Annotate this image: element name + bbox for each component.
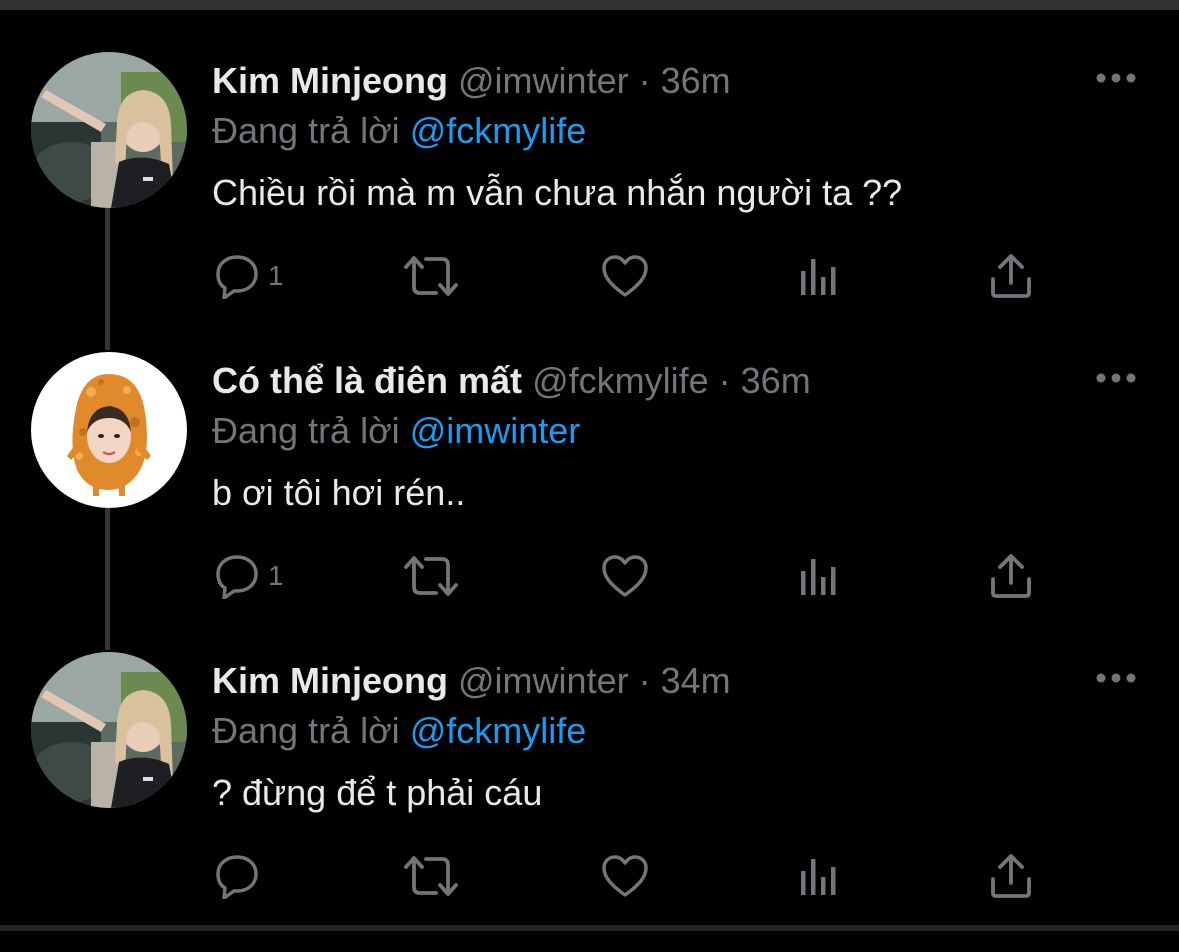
bottom-divider	[0, 925, 1179, 931]
replying-to-label: Đang trả lời	[212, 410, 400, 451]
replying-to: Đang trả lời @fckmylife	[212, 708, 586, 754]
user-handle[interactable]: @imwinter	[458, 60, 629, 101]
tweet-actions: 1	[0, 250, 1179, 306]
separator: ·	[638, 660, 651, 701]
views-icon	[799, 853, 839, 899]
retweet-button[interactable]	[402, 850, 460, 902]
tweet-text: ? đừng để t phải cáu	[212, 772, 543, 813]
reply-button[interactable]: 1	[214, 550, 284, 602]
share-icon	[990, 553, 1032, 599]
like-button[interactable]	[601, 250, 649, 302]
user-handle[interactable]: @imwinter	[458, 660, 629, 701]
avatar[interactable]	[31, 52, 187, 208]
like-button[interactable]	[601, 550, 649, 602]
reply-icon	[214, 553, 260, 599]
views-button[interactable]	[799, 250, 839, 302]
tweet[interactable]: Có thể là điên mất @fckmylife · 36m Đang…	[0, 352, 1179, 652]
separator: ·	[718, 360, 731, 401]
mention-link[interactable]: @fckmylife	[410, 110, 587, 151]
display-name[interactable]: Kim Minjeong	[212, 60, 448, 101]
mention-link[interactable]: @fckmylife	[410, 710, 587, 751]
timestamp[interactable]: 36m	[661, 60, 731, 101]
views-button[interactable]	[799, 850, 839, 902]
retweet-button[interactable]	[402, 250, 460, 302]
retweet-button[interactable]	[402, 550, 460, 602]
views-button[interactable]	[799, 550, 839, 602]
views-icon	[799, 253, 839, 299]
tweet-header: Kim Minjeong @imwinter · 34m	[212, 658, 731, 704]
reply-count: 1	[268, 560, 284, 591]
like-icon	[601, 554, 649, 598]
more-icon[interactable]	[1095, 668, 1137, 688]
reply-button[interactable]: 1	[214, 250, 284, 302]
tweet[interactable]: Kim Minjeong @imwinter · 36m Đang trả lờ…	[0, 52, 1179, 352]
share-button[interactable]	[990, 850, 1032, 902]
tweet-header: Kim Minjeong @imwinter · 36m	[212, 58, 731, 104]
replying-to: Đang trả lời @imwinter	[212, 408, 580, 454]
reply-icon	[214, 253, 260, 299]
timestamp[interactable]: 34m	[661, 660, 731, 701]
share-button[interactable]	[990, 550, 1032, 602]
tweet-actions: 1	[0, 550, 1179, 606]
reply-button[interactable]	[214, 850, 268, 902]
nugget-avatar-image	[31, 352, 187, 508]
retweet-icon	[402, 553, 460, 599]
share-icon	[990, 253, 1032, 299]
retweet-icon	[402, 853, 460, 899]
photo-avatar-image	[31, 652, 187, 808]
tweet-text: Chiều rồi mà m vẫn chưa nhắn người ta ??	[212, 172, 903, 213]
tweet-actions	[0, 850, 1179, 906]
reply-icon	[214, 853, 260, 899]
top-divider	[0, 0, 1179, 10]
user-handle[interactable]: @fckmylife	[532, 360, 709, 401]
share-icon	[990, 853, 1032, 899]
replying-to-label: Đang trả lời	[212, 110, 400, 151]
views-icon	[799, 553, 839, 599]
share-button[interactable]	[990, 250, 1032, 302]
retweet-icon	[402, 253, 460, 299]
mention-link[interactable]: @imwinter	[410, 410, 581, 451]
like-button[interactable]	[601, 850, 649, 902]
more-icon[interactable]	[1095, 368, 1137, 388]
display-name[interactable]: Có thể là điên mất	[212, 360, 522, 401]
more-icon[interactable]	[1095, 68, 1137, 88]
display-name[interactable]: Kim Minjeong	[212, 660, 448, 701]
avatar[interactable]	[31, 652, 187, 808]
tweet-text: b ơi tôi hơi rén..	[212, 472, 466, 513]
reply-count: 1	[268, 260, 284, 291]
like-icon	[601, 254, 649, 298]
replying-to-label: Đang trả lời	[212, 710, 400, 751]
photo-avatar-image	[31, 52, 187, 208]
replying-to: Đang trả lời @fckmylife	[212, 108, 586, 154]
tweet[interactable]: Kim Minjeong @imwinter · 34m Đang trả lờ…	[0, 652, 1179, 952]
tweet-header: Có thể là điên mất @fckmylife · 36m	[212, 358, 811, 404]
separator: ·	[638, 60, 651, 101]
avatar[interactable]	[31, 352, 187, 508]
like-icon	[601, 854, 649, 898]
timestamp[interactable]: 36m	[741, 360, 811, 401]
